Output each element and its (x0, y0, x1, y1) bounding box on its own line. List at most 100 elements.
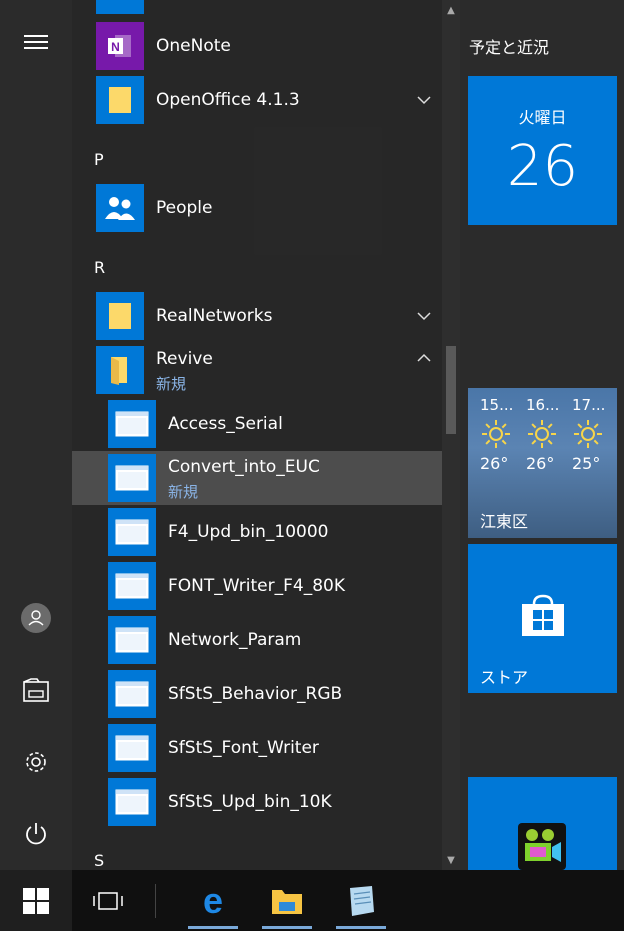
section-header-s[interactable]: S (94, 851, 104, 870)
store-tile[interactable]: ストア (468, 544, 617, 693)
app-label: Access_Serial (168, 414, 283, 434)
app-window-icon (108, 616, 156, 664)
app-label: Revive (156, 349, 213, 369)
revive-item[interactable]: SfStS_Behavior_RGB (72, 667, 442, 721)
revive-item[interactable]: Network_Param (72, 613, 442, 667)
sun-icon (482, 420, 510, 448)
user-icon (21, 603, 51, 633)
edge-icon: e (203, 884, 223, 918)
tile-group-title: 予定と近況 (469, 38, 550, 57)
taskbar-divider (155, 884, 156, 918)
revive-item[interactable]: Access_Serial (72, 397, 442, 451)
calendar-tile[interactable]: 火曜日 26 (468, 76, 617, 225)
app-window-icon (108, 508, 156, 556)
app-label: OneNote (156, 36, 231, 56)
app-label: FONT_Writer_F4_80K (168, 576, 346, 596)
documents-icon (23, 678, 49, 702)
hamburger-icon (24, 35, 48, 49)
app-people[interactable]: People (72, 181, 442, 235)
app-label: SfStS_Behavior_RGB (168, 684, 343, 704)
running-indicator (262, 926, 312, 929)
taskbar: e (0, 870, 624, 931)
running-indicator (336, 926, 386, 929)
weather-date: 17... (572, 396, 606, 414)
app-revive-folder[interactable]: Revive 新規 (72, 343, 442, 397)
file-explorer-icon (272, 889, 302, 914)
app-openoffice-folder[interactable]: OpenOffice 4.1.3 (72, 73, 442, 127)
app-onenote[interactable]: N OneNote (72, 19, 442, 73)
start-button[interactable] (0, 870, 72, 931)
app-label: OpenOffice 4.1.3 (156, 90, 300, 110)
taskbar-file-explorer[interactable] (256, 870, 318, 931)
revive-item[interactable]: SfStS_Font_Writer (72, 721, 442, 775)
scroll-down-arrow[interactable]: ▼ (442, 850, 460, 870)
movie-camera-icon (518, 823, 566, 870)
revive-item[interactable]: F4_Upd_bin_10000 (72, 505, 442, 559)
store-bag-icon (522, 594, 564, 636)
chevron-down-icon[interactable] (415, 307, 433, 325)
new-badge: 新規 (168, 483, 199, 501)
scroll-thumb[interactable] (446, 346, 456, 434)
section-header-r[interactable]: R (94, 258, 105, 277)
new-badge: 新規 (156, 375, 187, 393)
folder-icon (96, 292, 144, 340)
task-view-button[interactable] (74, 870, 142, 931)
weather-location: 江東区 (480, 512, 529, 531)
settings-icon (26, 752, 46, 772)
app-label: SfStS_Upd_bin_10K (168, 792, 332, 812)
app-window-icon (108, 400, 156, 448)
app-label: RealNetworks (156, 306, 273, 326)
video-editor-tile[interactable] (468, 777, 617, 870)
sun-icon (574, 420, 602, 448)
scroll-up-arrow[interactable]: ▲ (442, 0, 460, 20)
app-window-icon (108, 724, 156, 772)
revive-item[interactable]: Convert_into_EUC 新規 (72, 451, 442, 505)
settings-button[interactable] (0, 738, 72, 786)
store-label: ストア (480, 668, 529, 687)
section-header-p[interactable]: P (94, 150, 104, 169)
partial-app-tile (96, 0, 144, 14)
people-icon (96, 184, 144, 232)
weather-tile[interactable]: 15... 26° 16... 26° 17... 25° 江東区 (468, 388, 617, 538)
chevron-down-icon[interactable] (415, 91, 433, 109)
onenote-icon: N (96, 22, 144, 70)
taskbar-notepad[interactable] (330, 870, 392, 931)
calendar-day-name: 火曜日 (518, 108, 567, 127)
user-account-button[interactable] (0, 594, 72, 642)
open-folder-icon (96, 346, 144, 394)
weather-date: 15... (480, 396, 514, 414)
task-view-icon (93, 891, 123, 910)
power-button[interactable] (0, 810, 72, 858)
weather-day: 15... 26° (480, 396, 524, 473)
notepad-icon (350, 885, 374, 916)
weather-day: 17... 25° (572, 396, 616, 473)
svg-text:N: N (111, 40, 120, 54)
weather-temp: 26° (526, 454, 555, 473)
windows-logo-icon (23, 887, 49, 914)
running-indicator (188, 926, 238, 929)
calendar-day-number: 26 (506, 134, 579, 199)
taskbar-edge[interactable]: e (182, 870, 244, 931)
documents-button[interactable] (0, 666, 72, 714)
app-list-scrollbar[interactable] (442, 0, 460, 870)
app-label: Convert_into_EUC (168, 457, 320, 477)
svg-text:e: e (203, 884, 223, 918)
app-label: F4_Upd_bin_10000 (168, 522, 329, 542)
app-window-icon (108, 778, 156, 826)
weather-date: 16... (526, 396, 560, 414)
chevron-up-icon[interactable] (415, 349, 433, 367)
sun-icon (528, 420, 556, 448)
app-label: SfStS_Font_Writer (168, 738, 319, 758)
app-window-icon (108, 562, 156, 610)
app-window-icon (108, 670, 156, 718)
revive-item[interactable]: FONT_Writer_F4_80K (72, 559, 442, 613)
power-icon (26, 823, 46, 845)
hamburger-menu-button[interactable] (0, 18, 72, 66)
app-label: People (156, 198, 213, 218)
folder-icon (96, 76, 144, 124)
start-left-rail (0, 0, 72, 870)
revive-item[interactable]: SfStS_Upd_bin_10K (72, 775, 442, 829)
app-window-icon (108, 454, 156, 502)
app-realnetworks-folder[interactable]: RealNetworks (72, 289, 442, 343)
weather-day: 16... 26° (526, 396, 570, 473)
